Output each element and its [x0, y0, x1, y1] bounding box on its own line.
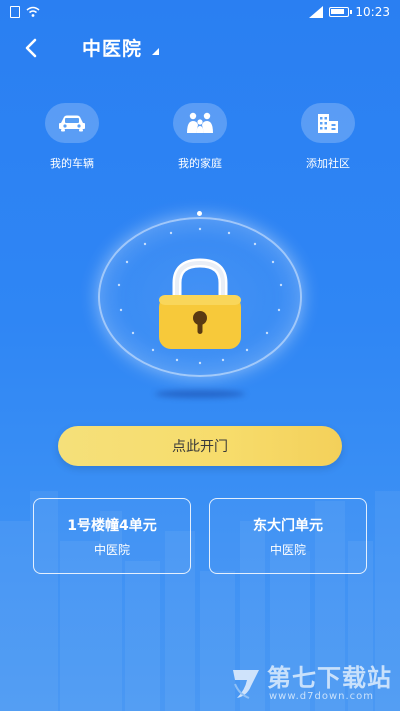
status-right: 10:23: [309, 5, 390, 19]
wifi-icon: [26, 6, 40, 17]
watermark-main-text: 第七下载站: [267, 664, 392, 692]
lock-indicator-dot: [197, 211, 202, 216]
watermark-logo-icon: [233, 670, 259, 699]
building-icon: [318, 114, 338, 133]
quick-icon-wrap: [301, 103, 355, 143]
door-card[interactable]: 东大门单元 中医院: [209, 498, 367, 574]
door-title: 1号楼幢4单元: [67, 517, 157, 534]
car-icon: [59, 115, 85, 132]
quick-icon-wrap: [173, 103, 227, 143]
quick-item-my-family[interactable]: 我的家庭: [160, 103, 240, 171]
watermark-text: 第七下载站 www.d7down.com: [267, 665, 392, 703]
lock-shadow: [155, 390, 245, 398]
door-subtitle: 中医院: [93, 542, 130, 557]
status-left: [10, 6, 40, 18]
quick-item-add-community[interactable]: 添加社区: [288, 103, 368, 171]
family-icon: [187, 112, 213, 133]
caret-down-icon: [152, 48, 160, 55]
header: 中医院: [0, 30, 400, 66]
door-subtitle: 中医院: [269, 542, 306, 557]
quick-label: 我的车辆: [50, 157, 94, 170]
door-title: 东大门单元: [253, 517, 323, 534]
quick-item-my-vehicles[interactable]: 我的车辆: [32, 103, 112, 171]
quick-icon-wrap: [45, 103, 99, 143]
sim-card-icon: [10, 6, 20, 18]
quick-menu: 我的车辆 我的家庭 添加社区: [0, 103, 400, 173]
watermark: 第七下载站 www.d7down.com: [229, 665, 392, 703]
open-door-button[interactable]: 点此开门: [58, 426, 342, 466]
door-card[interactable]: 1号楼幢4单元 中医院: [33, 498, 191, 574]
battery-icon: [329, 7, 353, 17]
watermark-sub-text: www.d7down.com: [269, 691, 375, 702]
signal-icon: [309, 6, 324, 18]
community-selector[interactable]: 中医院: [82, 34, 160, 61]
back-arrow-icon[interactable]: [20, 36, 44, 60]
lock-area: [95, 210, 305, 410]
quick-label: 我的家庭: [178, 157, 222, 170]
community-name: 中医院: [82, 38, 143, 60]
door-list: 1号楼幢4单元 中医院 东大门单元 中医院: [0, 498, 400, 578]
quick-label: 添加社区: [306, 157, 350, 170]
status-bar: 10:23: [0, 0, 400, 24]
status-time: 10:23: [355, 5, 390, 19]
padlock-icon[interactable]: [155, 255, 245, 350]
